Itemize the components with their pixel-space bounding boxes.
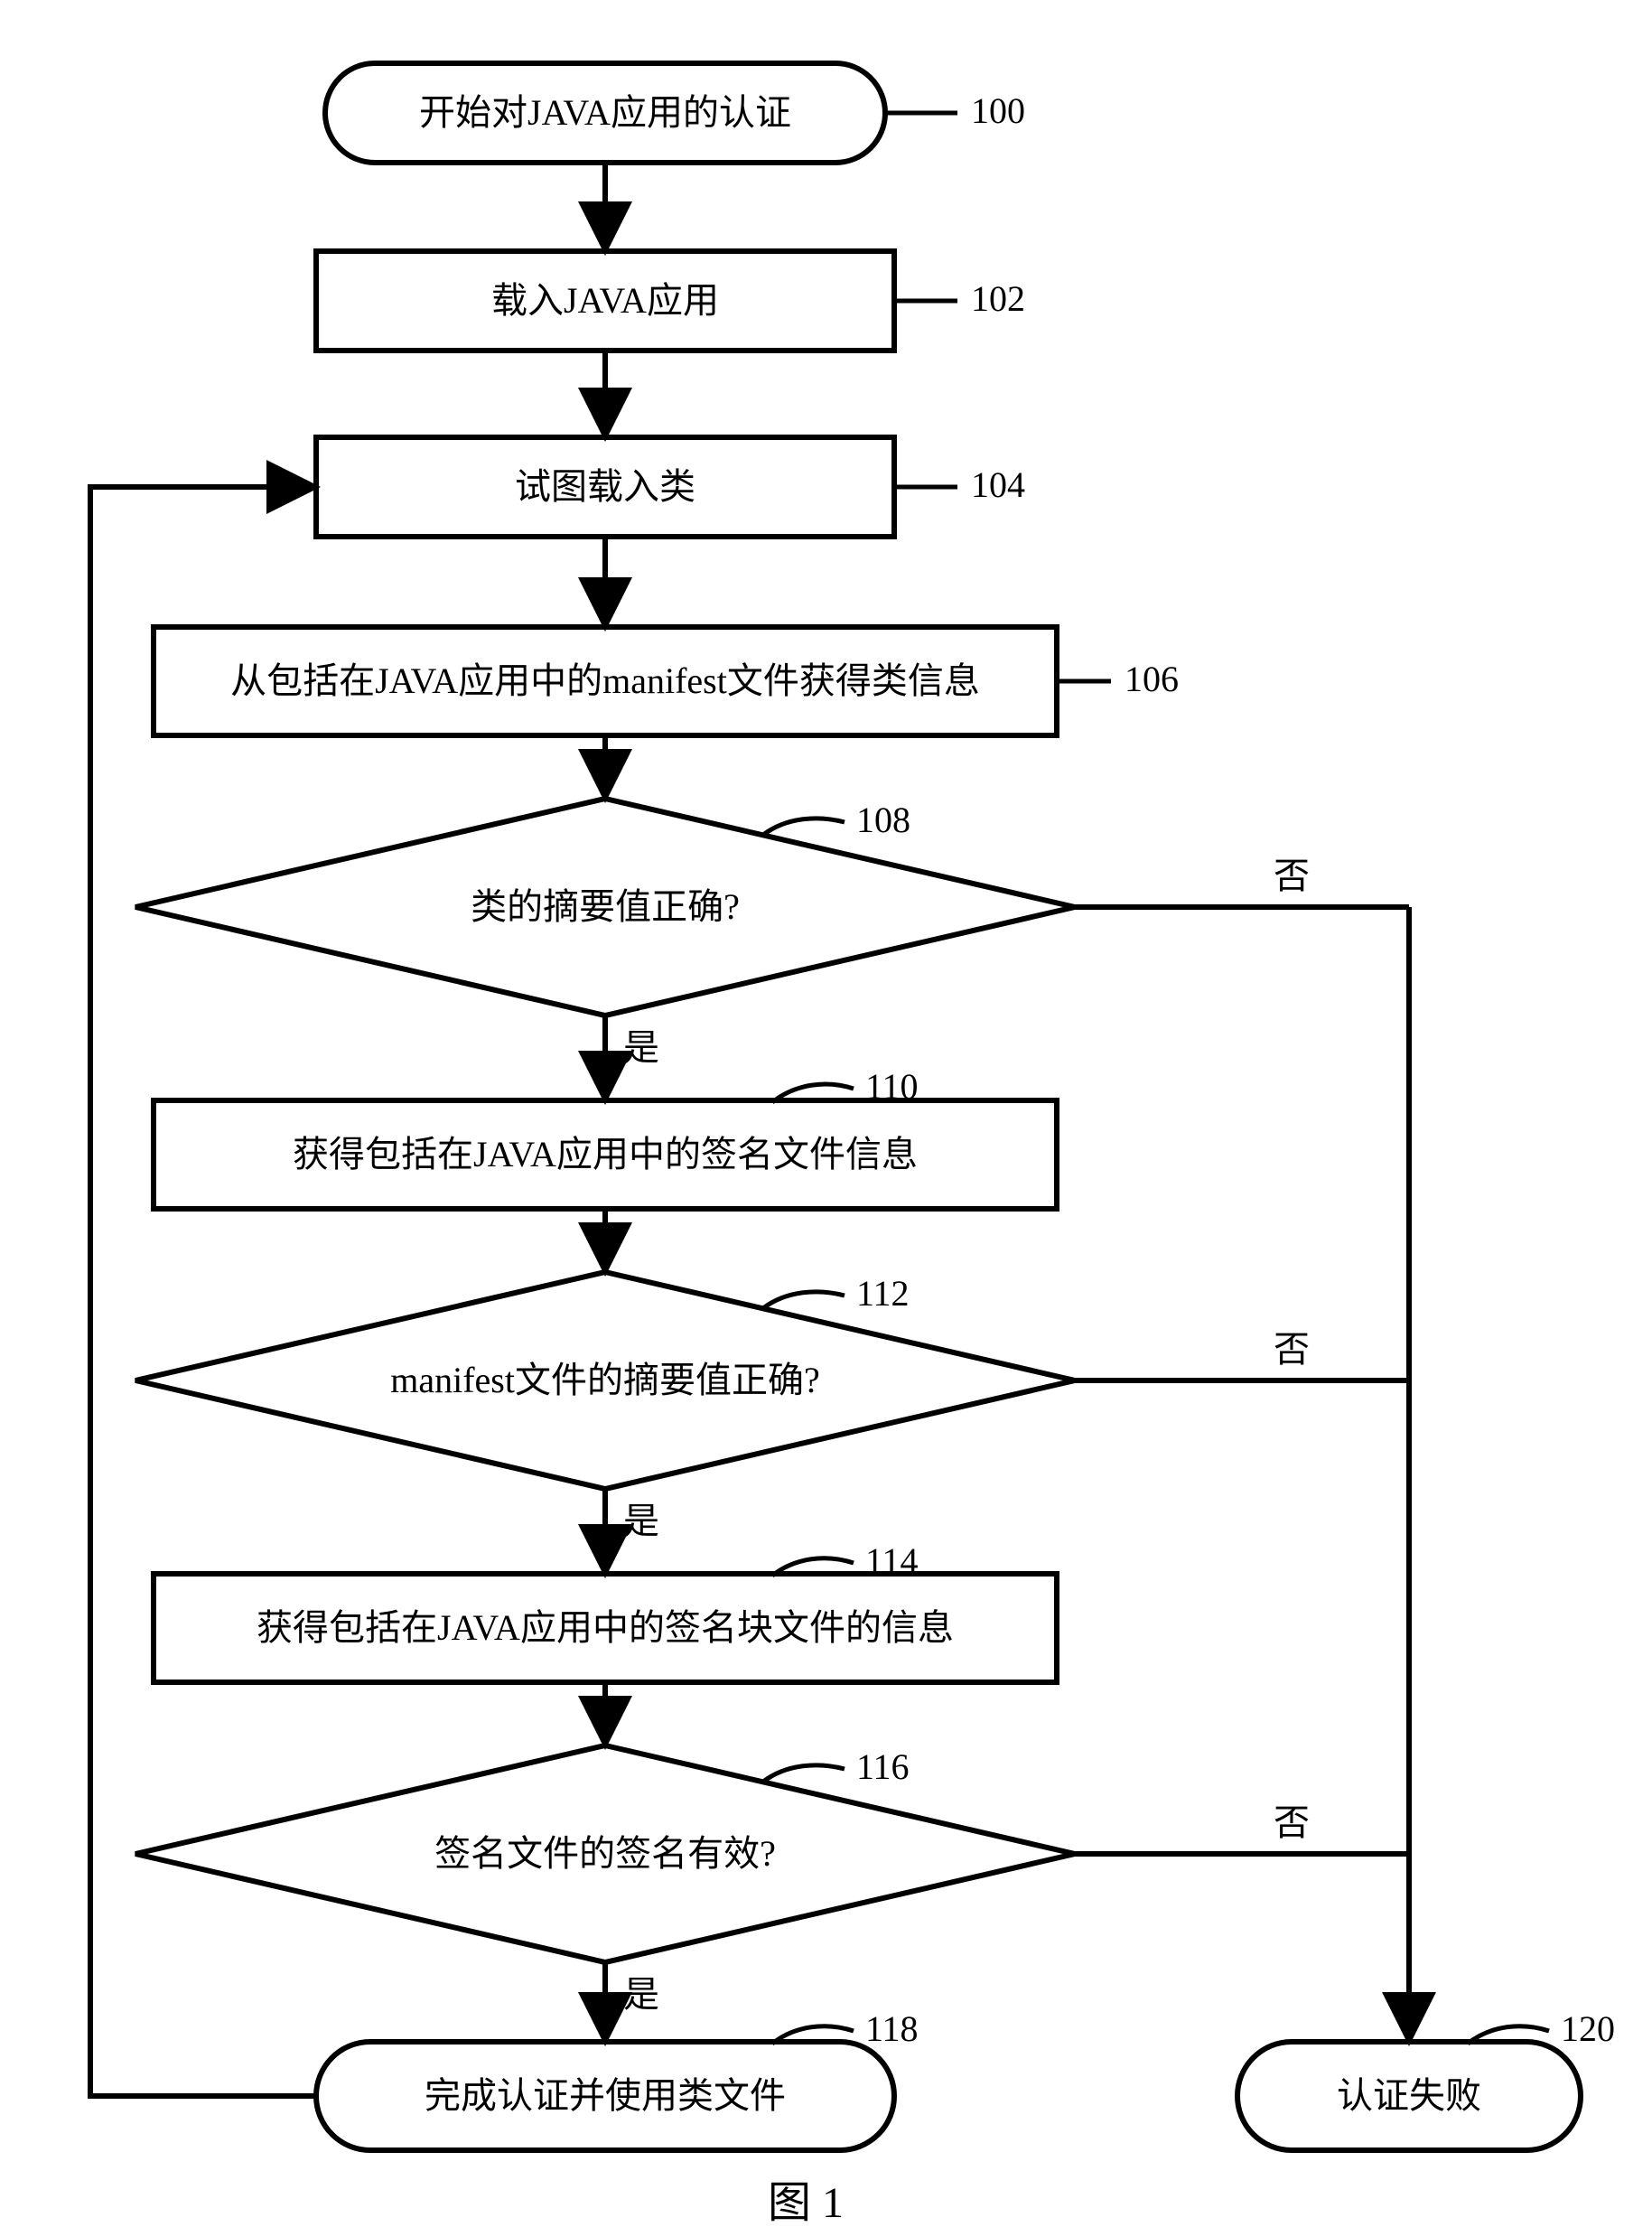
leader-108 [763,819,845,835]
flowchart-svg [0,0,1652,2227]
edge-118-loop-104 [90,487,316,2096]
node-108-shape [135,799,1075,1015]
node-112-shape [135,1272,1075,1489]
node-118-shape [316,2042,894,2150]
leader-112 [763,1292,845,1308]
node-106-shape [154,627,1057,735]
flowchart-stage: 开始对JAVA应用的认证 载入JAVA应用 试图载入类 从包括在JAVA应用中的… [0,0,1652,2227]
node-114-shape [154,1574,1057,1682]
leader-116 [763,1765,845,1782]
node-120-shape [1237,2042,1581,2150]
node-116-shape [135,1745,1075,1962]
node-102-shape [316,251,894,351]
node-110-shape [154,1100,1057,1209]
node-104-shape [316,437,894,537]
node-100-shape [325,63,885,163]
